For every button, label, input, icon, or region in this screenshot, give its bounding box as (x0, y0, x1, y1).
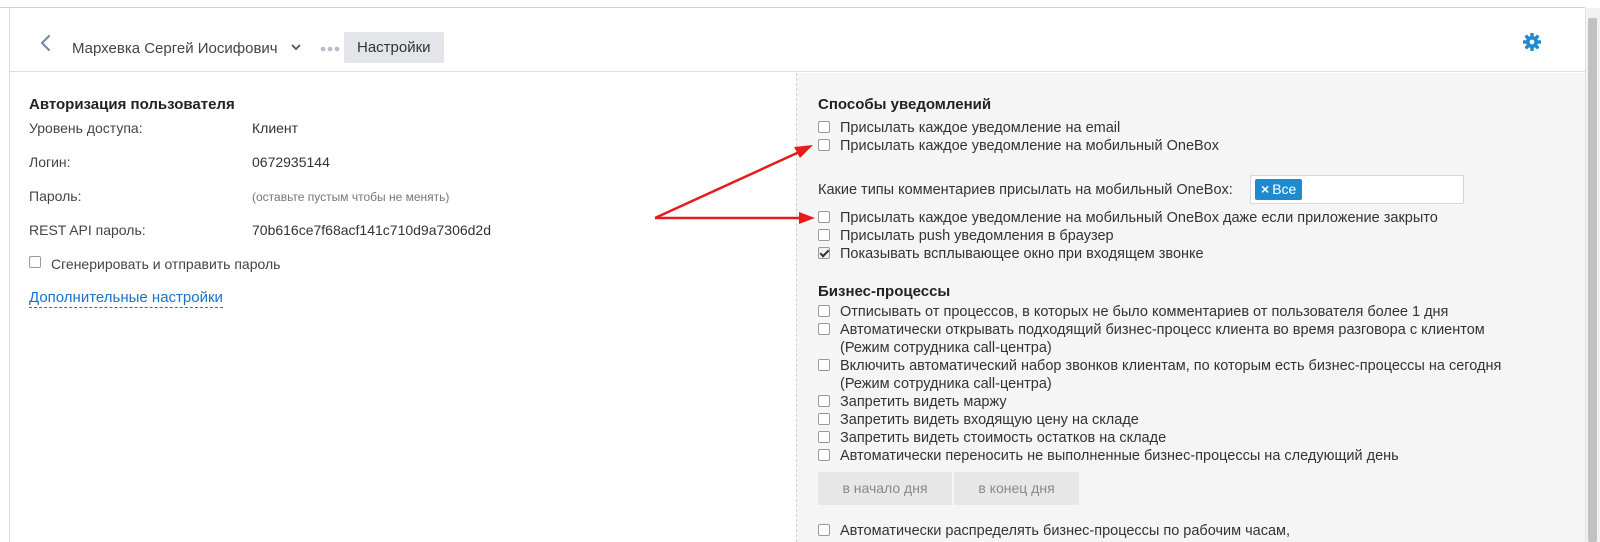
settings-window: Мархевка Сергей Иосифович Настройки Авто… (0, 0, 1600, 542)
push-notify-checkbox[interactable] (818, 229, 830, 241)
no-incoming-price-label: Запретить видеть входящую цену на складе (840, 412, 1139, 428)
auth-section-title: Авторизация пользователя (29, 96, 235, 113)
auto-distribute-label: Автоматически распределять бизнес-процес… (840, 523, 1291, 539)
auto-open-sublabel: (Режим сотрудника call-центра) (840, 340, 1052, 356)
remove-tag-icon[interactable]: × (1261, 181, 1269, 197)
no-stock-cost-label: Запретить видеть стоимость остатков на с… (840, 430, 1167, 446)
access-level-label: Уровень доступа: (29, 120, 143, 136)
no-stock-cost-checkbox[interactable] (818, 431, 830, 443)
gear-icon[interactable] (1522, 32, 1542, 52)
password-field[interactable]: (оставьте пустым чтобы не менять) (252, 189, 449, 205)
login-value: 0672935144 (252, 154, 330, 170)
popup-call-label: Показывать всплывающее окно при входящем… (840, 246, 1204, 262)
auto-open-checkbox[interactable] (818, 323, 830, 335)
unsubscribe-label: Отписывать от процессов, в которых не бы… (840, 304, 1449, 320)
no-margin-checkbox[interactable] (818, 395, 830, 407)
comment-type-tag[interactable]: × Все (1255, 179, 1303, 200)
day-end-button[interactable]: в конец дня (954, 472, 1079, 505)
no-margin-label: Запретить видеть маржу (840, 394, 1007, 410)
generate-password-checkbox[interactable] (29, 256, 41, 268)
generate-password-label: Сгенерировать и отправить пароль (51, 256, 281, 272)
mobile-closed-label: Присылать каждое уведомление на мобильны… (840, 210, 1438, 226)
access-level-value: Клиент (252, 120, 299, 136)
comment-types-label: Какие типы комментариев присылать на моб… (818, 182, 1233, 198)
auto-dial-sublabel: (Режим сотрудника call-центра) (840, 376, 1052, 392)
auto-open-label: Автоматически открывать подходящий бизне… (840, 322, 1485, 338)
push-notify-label: Присылать push уведомления в браузер (840, 228, 1114, 244)
scrollbar-thumb[interactable] (1588, 18, 1597, 542)
more-dots-icon[interactable] (320, 46, 344, 52)
mobile-notify-label: Присылать каждое уведомление на мобильны… (840, 138, 1219, 154)
auto-move-label: Автоматически переносить не выполненные … (840, 448, 1399, 464)
email-notify-label: Присылать каждое уведомление на email (840, 120, 1121, 136)
auto-distribute-checkbox[interactable] (818, 524, 830, 536)
no-incoming-price-checkbox[interactable] (818, 413, 830, 425)
chevron-down-icon[interactable] (291, 42, 301, 52)
breadcrumb-settings[interactable]: Настройки (344, 32, 444, 63)
back-arrow-icon[interactable] (38, 33, 54, 53)
auto-move-checkbox[interactable] (818, 449, 830, 461)
email-notify-checkbox[interactable] (818, 121, 830, 133)
login-label: Логин: (29, 154, 71, 170)
password-label: Пароль: (29, 188, 82, 204)
breadcrumb-user-name[interactable]: Мархевка Сергей Иосифович (72, 40, 278, 58)
page-header: Мархевка Сергей Иосифович Настройки (10, 8, 1585, 72)
rest-password-value: 70b616ce7f68acf141c710d9a7306d2d (252, 222, 492, 238)
popup-call-checkbox[interactable] (818, 247, 830, 259)
business-section-title: Бизнес-процессы (818, 283, 951, 300)
rest-password-label: REST API пароль: (29, 222, 146, 238)
unsubscribe-checkbox[interactable] (818, 305, 830, 317)
auto-dial-checkbox[interactable] (818, 359, 830, 371)
mobile-closed-checkbox[interactable] (818, 211, 830, 223)
comment-types-select[interactable]: × Все (1250, 175, 1464, 204)
notifications-section-title: Способы уведомлений (818, 96, 992, 113)
mobile-notify-checkbox[interactable] (818, 139, 830, 151)
auto-dial-label: Включить автоматический набор звонков кл… (840, 358, 1502, 374)
day-start-button[interactable]: в начало дня (818, 472, 952, 505)
more-settings-link[interactable]: Дополнительные настройки (29, 289, 223, 308)
comment-type-tag-label: Все (1272, 181, 1297, 197)
